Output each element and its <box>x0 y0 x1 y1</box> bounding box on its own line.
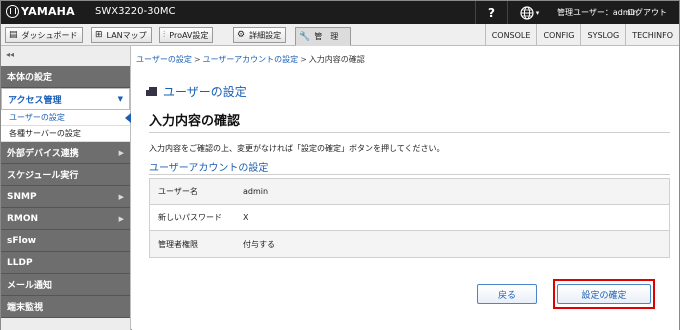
nav-advanced-label: 詳細設定 <box>249 30 282 40</box>
breadcrumb: ユーザーの設定 > ユーザーアカウントの設定 > 入力内容の確認 <box>136 54 365 65</box>
language-button[interactable]: ▾ <box>507 1 551 24</box>
sidebar-item-lldp[interactable]: LLDP <box>1 252 130 274</box>
syslog-link[interactable]: SYSLOG <box>580 24 625 46</box>
globe-icon <box>520 5 534 20</box>
chevron-down-icon: ▼ <box>117 95 123 103</box>
page-title-text: ユーザーの設定 <box>163 85 247 99</box>
page-icon <box>146 87 157 96</box>
confirm-settings-button[interactable]: 設定の確定 <box>557 284 651 304</box>
nav-proav-button[interactable]: ⫶ ProAV設定 <box>159 27 214 43</box>
confirm-heading: 入力内容の確認 <box>149 114 241 129</box>
tuning-fork-icon <box>6 5 19 18</box>
row-value: X <box>243 213 249 222</box>
sidebar-item-label: メール通知 <box>7 281 53 291</box>
wrench-icon: 🔧 <box>299 31 311 42</box>
row-key: 新しいパスワード <box>158 213 222 222</box>
main-content: ユーザーの設定 > ユーザーアカウントの設定 > 入力内容の確認 ユーザーの設定 入力内… <box>132 46 679 330</box>
nav-advanced-button[interactable]: ⚙ 詳細設定 <box>233 27 287 43</box>
sidebar-item-label: sFlow <box>7 235 37 246</box>
config-link[interactable]: CONFIG <box>536 24 580 46</box>
header-links: CONSOLE CONFIG SYSLOG TECHINFO <box>484 24 679 46</box>
sliders-icon: ⫶ <box>163 30 166 40</box>
sidebar-subitem-user-settings[interactable]: ユーザーの設定 <box>1 110 131 126</box>
logout-link[interactable]: ログアウト <box>627 7 667 18</box>
sidebar-item-label: RMON <box>7 213 39 224</box>
sidebar-item-terminal-monitor[interactable]: 端末監視 <box>1 296 130 318</box>
sidebar-subitem-server-settings[interactable]: 各種サーバーの設定 <box>1 126 130 142</box>
brand-name: YAMAHA <box>21 5 75 18</box>
breadcrumb-user-settings[interactable]: ユーザーの設定 <box>136 55 192 64</box>
sidebar-item-label: アクセス管理 <box>8 95 62 106</box>
row-value: 付与する <box>243 239 275 249</box>
lanmap-icon: ⊞ <box>95 30 103 40</box>
divider <box>149 174 670 175</box>
sidebar-item-snmp[interactable]: SNMP ▶ <box>1 186 130 208</box>
sidebar-item-label: 端末監視 <box>7 303 44 313</box>
help-icon: ? <box>488 5 495 20</box>
breadcrumb-separator: > <box>300 55 307 64</box>
console-link[interactable]: CONSOLE <box>484 24 537 46</box>
row-value: admin <box>243 187 269 196</box>
chevron-right-icon: ▶ <box>118 192 124 201</box>
table-row: ユーザー名 admin <box>150 179 669 205</box>
section-title: ユーザーアカウントの設定 <box>149 163 269 174</box>
row-key: ユーザー名 <box>158 187 198 196</box>
breadcrumb-separator: > <box>193 55 201 64</box>
nav-lanmap-button[interactable]: ⊞ LANマップ <box>91 27 152 43</box>
back-button[interactable]: 戻る <box>477 284 537 304</box>
yamaha-logo: YAMAHA <box>6 5 75 18</box>
sidebar-item-label: SNMP <box>7 191 37 202</box>
row-key: 管理者権限 <box>158 239 198 249</box>
nav-management-label: 管 理 <box>314 32 339 41</box>
dashboard-icon: ▤ <box>9 30 18 40</box>
chevron-right-icon: ▶ <box>118 214 124 223</box>
help-button[interactable]: ? <box>475 1 507 24</box>
sidebar-item-label: LLDP <box>7 257 33 268</box>
divider <box>149 132 670 133</box>
sidebar-item-label: スケジュール実行 <box>7 171 79 181</box>
model-name: SWX3220-30MC <box>95 6 176 17</box>
breadcrumb-user-account[interactable]: ユーザーアカウントの設定 <box>203 55 299 64</box>
main-nav: ▤ ダッシュボード ⊞ LANマップ ⫶ ProAV設定 ⚙ 詳細設定 🔧 管 理 CON… <box>1 24 679 46</box>
nav-management-button[interactable]: 🔧 管 理 <box>295 27 351 46</box>
techinfo-link[interactable]: TECHINFO <box>625 24 679 46</box>
confirm-table: ユーザー名 admin 新しいパスワード X 管理者権限 付与する <box>149 178 670 258</box>
top-bar: YAMAHA SWX3220-30MC ? ▾ 管理ユーザー：admin ログア… <box>1 1 679 24</box>
sidebar-item-external-devices[interactable]: 外部デバイス連携 ▶ <box>1 142 130 164</box>
sidebar-item-rmon[interactable]: RMON ▶ <box>1 208 130 230</box>
collapse-sidebar-button[interactable]: ◂◂ <box>1 46 130 66</box>
sidebar-item-label: 本体の設定 <box>7 73 53 83</box>
sidebar-item-schedule[interactable]: スケジュール実行 <box>1 164 130 186</box>
breadcrumb-current: 入力内容の確認 <box>308 55 365 64</box>
sidebar-item-device-settings[interactable]: 本体の設定 <box>1 66 130 88</box>
nav-proav-label: ProAV設定 <box>169 30 209 40</box>
sidebar-item-access-management[interactable]: アクセス管理 ▼ <box>1 88 130 110</box>
sidebar-item-sflow[interactable]: sFlow <box>1 230 130 252</box>
nav-lanmap-label: LANマップ <box>106 30 147 40</box>
chevron-down-icon: ▾ <box>535 8 540 17</box>
gear-icon: ⚙ <box>237 30 246 40</box>
page-title: ユーザーの設定 <box>146 83 247 100</box>
chevron-right-icon: ▶ <box>118 148 124 157</box>
table-row: 新しいパスワード X <box>150 205 669 231</box>
sidebar-item-label: 外部デバイス連携 <box>7 149 79 159</box>
sidebar-item-mail[interactable]: メール通知 <box>1 274 130 296</box>
nav-dashboard-label: ダッシュボード <box>21 30 78 40</box>
instruction-text: 入力内容をご確認の上、変更がなければ「設定の確定」ボタンを押してください。 <box>149 144 445 153</box>
sidebar: ◂◂ 本体の設定 アクセス管理 ▼ ユーザーの設定 各種サーバーの設定 外部デバイ… <box>1 46 131 330</box>
user-info: 管理ユーザー：admin <box>557 8 638 17</box>
table-row: 管理者権限 付与する <box>150 231 669 257</box>
nav-dashboard-button[interactable]: ▤ ダッシュボード <box>5 27 83 43</box>
